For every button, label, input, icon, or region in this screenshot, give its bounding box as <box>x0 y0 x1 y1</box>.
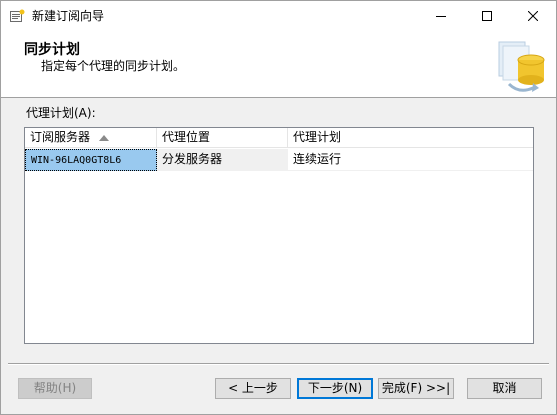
close-icon <box>528 11 538 21</box>
column-header-label: 代理计划 <box>293 130 342 144</box>
close-button[interactable] <box>510 1 556 31</box>
column-header-location[interactable]: 代理位置 <box>157 128 288 148</box>
table-row[interactable]: WIN-96LAQ0GT8L6 分发服务器 连续运行 <box>25 149 533 171</box>
column-header-label: 代理位置 <box>162 130 211 144</box>
wizard-app-icon <box>10 9 25 22</box>
agent-schedule-label: 代理计划(A): <box>26 106 96 120</box>
footer-divider <box>8 363 549 365</box>
maximize-icon <box>482 11 492 21</box>
wizard-header: 同步计划 指定每个代理的同步计划。 <box>1 31 556 98</box>
cancel-button[interactable]: 取消 <box>467 378 542 399</box>
cell-agent-schedule[interactable]: 连续运行 <box>288 149 533 171</box>
minimize-button[interactable] <box>418 1 464 31</box>
column-header-subscriber[interactable]: 订阅服务器 <box>25 128 157 148</box>
database-sync-icon <box>498 41 545 92</box>
page-subtitle: 指定每个代理的同步计划。 <box>41 59 186 73</box>
grid-header: 订阅服务器 代理位置 代理计划 <box>25 128 533 148</box>
back-button[interactable]: < 上一步 <box>215 378 291 399</box>
column-header-label: 订阅服务器 <box>30 130 91 144</box>
finish-button[interactable]: 完成(F) >>| <box>378 378 454 399</box>
agent-schedule-grid[interactable]: 订阅服务器 代理位置 代理计划 WIN-96LAQ0GT8L6 分发服务器 连续… <box>24 127 534 344</box>
cell-agent-location[interactable]: 分发服务器 <box>157 149 288 171</box>
minimize-icon <box>436 16 446 17</box>
title-bar[interactable]: 新建订阅向导 <box>1 1 556 31</box>
cell-subscriber[interactable]: WIN-96LAQ0GT8L6 <box>25 149 157 171</box>
column-header-schedule[interactable]: 代理计划 <box>288 128 533 148</box>
window-title: 新建订阅向导 <box>32 9 105 23</box>
help-button[interactable]: 帮助(H) <box>18 378 92 399</box>
sort-ascending-icon <box>99 135 109 141</box>
wizard-window: 新建订阅向导 同步计划 指定每个代理的同步计划。 代理计划(A): 订阅服务器 … <box>0 0 557 415</box>
maximize-button[interactable] <box>464 1 510 31</box>
next-button[interactable]: 下一步(N) <box>297 378 373 399</box>
page-title: 同步计划 <box>24 42 80 58</box>
